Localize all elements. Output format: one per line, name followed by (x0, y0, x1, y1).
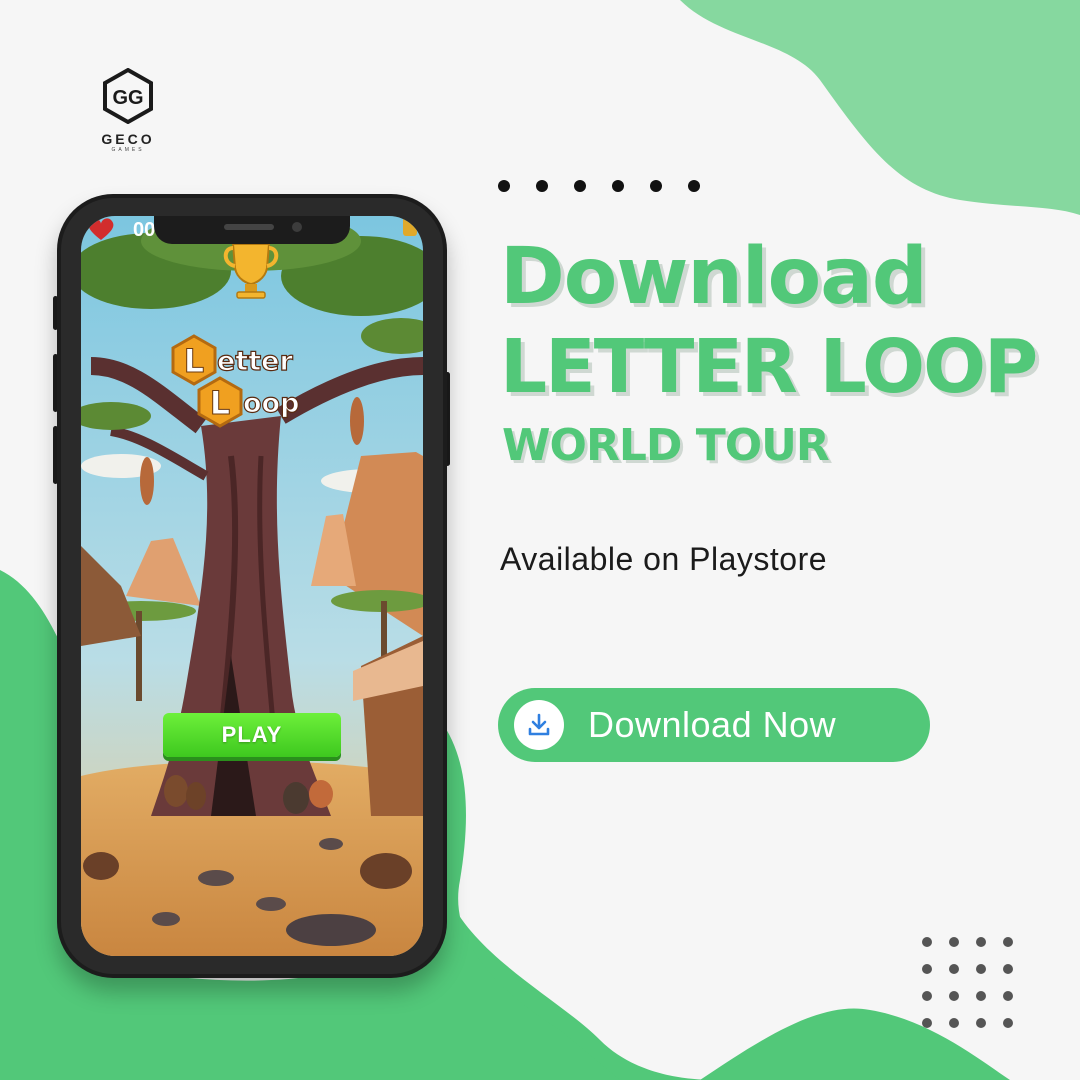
promo-page: GG GECO GAMES Download LETTER LOOP WORLD… (0, 0, 1080, 1080)
title-word-1: etter (217, 346, 293, 377)
brand-name: GECO (101, 131, 155, 147)
download-icon (514, 700, 564, 750)
download-now-button[interactable]: Download Now (498, 688, 930, 762)
geco-logo: GG GECO GAMES (96, 67, 160, 153)
top-right-blob (680, 0, 1080, 215)
title-letter-2: L (210, 384, 230, 422)
headline-line3: WORLD TOUR (502, 420, 830, 471)
phone-mockup: 00 L etter L oop PLAY (57, 194, 447, 978)
title-letter-1: L (184, 342, 204, 380)
subtitle: Available on Playstore (500, 541, 828, 577)
speaker-icon (224, 224, 274, 230)
phone-notch (154, 216, 350, 244)
title-word-2: oop (243, 388, 299, 419)
play-button[interactable]: PLAY (163, 713, 341, 757)
headline-line2: LETTER LOOP (500, 324, 1038, 410)
svg-text:GG: GG (112, 87, 143, 109)
game-scene (81, 216, 423, 956)
geco-logo-icon: GG (103, 67, 153, 125)
hud-count: 00 (133, 219, 156, 241)
brand-sub: GAMES (111, 147, 145, 153)
camera-icon (292, 222, 302, 232)
game-title-logo: L etter L oop (171, 334, 300, 428)
headline-line1: Download (500, 232, 928, 322)
download-now-label: Download Now (588, 704, 837, 745)
game-screen: 00 L etter L oop PLAY (81, 216, 423, 956)
dots-row-decoration (498, 180, 700, 192)
bottom-blob-right-lobe (440, 720, 620, 1080)
dots-grid-decoration (922, 937, 1013, 1028)
